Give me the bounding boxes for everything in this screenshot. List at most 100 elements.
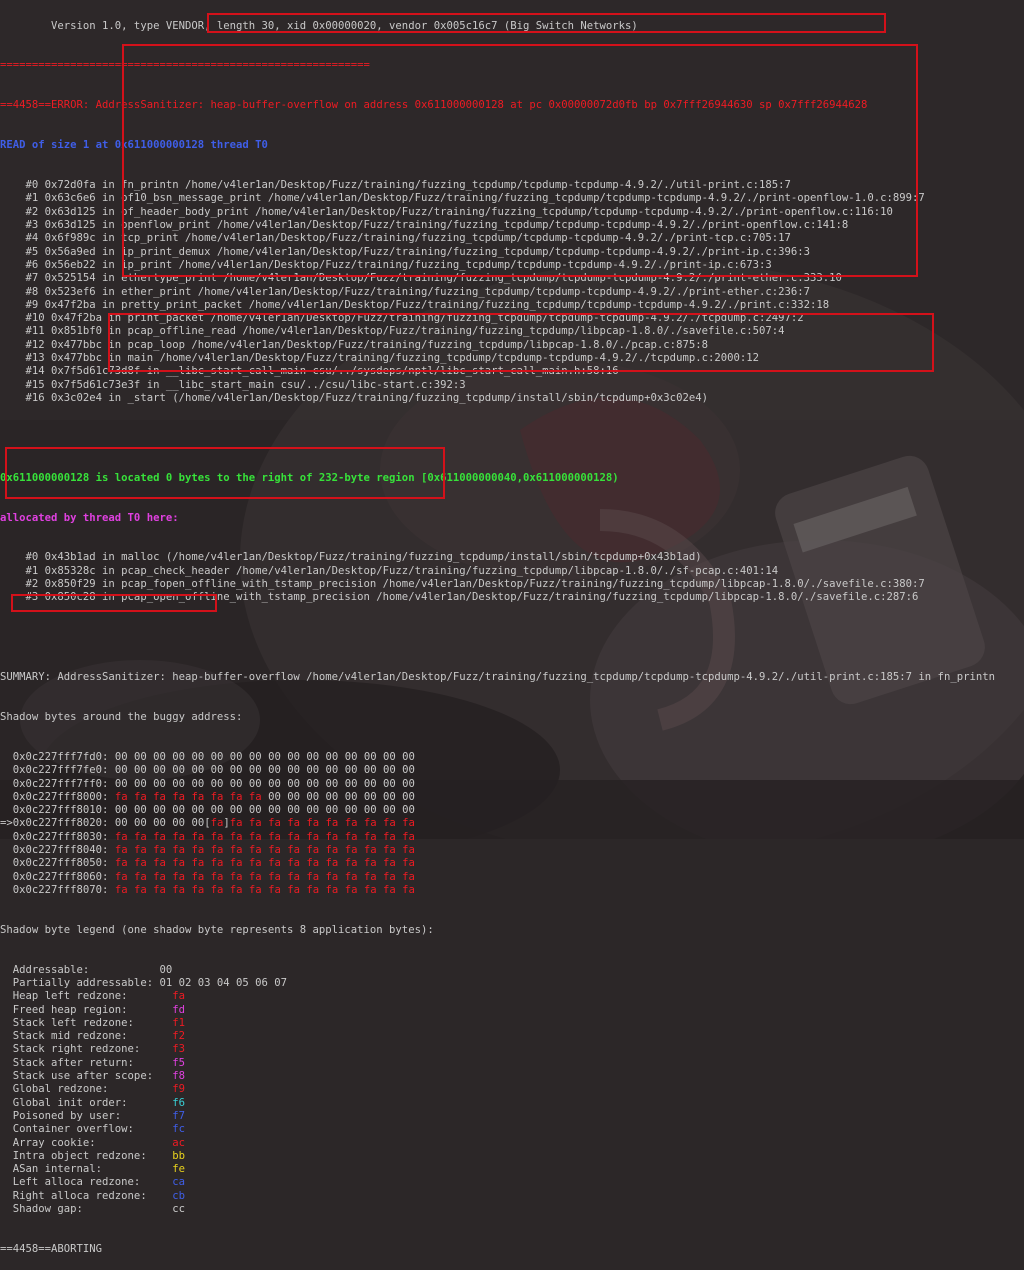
shadow-byte: fa	[363, 870, 377, 883]
shadow-byte: fa	[363, 844, 377, 856]
shadow-byte: 00	[172, 817, 186, 830]
shadow-byte: 00	[114, 817, 128, 830]
shadow-byte: 00	[153, 804, 166, 817]
shadow-byte: 00	[172, 764, 186, 777]
shadow-byte: 00	[153, 764, 166, 777]
legend-value: fc	[172, 1123, 185, 1136]
shadow-byte: fa	[287, 830, 300, 843]
shadow-byte: fa	[248, 883, 262, 896]
legend-label: Stack after return:	[0, 1056, 173, 1069]
shadow-byte: 00	[402, 764, 415, 777]
aborting-line: ==4458==ABORTING	[0, 1242, 103, 1255]
shadow-byte: fa	[306, 870, 320, 883]
shadow-byte: fa	[133, 883, 147, 896]
shadow-byte: 00	[248, 777, 262, 790]
shadow-byte: fa	[287, 883, 300, 896]
legend-row: Poisoned by user: f7	[0, 1110, 1024, 1123]
shadow-legend: Addressable: 00 Partially addressable: 0…	[0, 964, 1024, 1217]
shadow-byte: 00	[344, 764, 358, 777]
shadow-address: 0x0c227fff7ff0:	[0, 777, 115, 790]
shadow-row: 0x0c227fff8040: fa fa fa fa fa fa fa fa …	[0, 844, 1024, 857]
shadow-row: 0x0c227fff8070: fa fa fa fa fa fa fa fa …	[0, 884, 1024, 897]
summary-line: SUMMARY: AddressSanitizer: heap-buffer-o…	[0, 671, 995, 684]
shadow-address: 0x0c227fff7fd0:	[0, 750, 115, 763]
shadow-byte: fa	[268, 857, 281, 870]
legend-value: bb	[172, 1149, 185, 1162]
legend-value: f3	[172, 1043, 185, 1056]
shadow-byte: fa	[229, 830, 243, 843]
shadow-byte: fa	[210, 844, 224, 856]
shadow-bytes-highlight-box	[5, 447, 445, 499]
shadow-byte: 00	[229, 804, 243, 817]
shadow-byte: 00	[268, 804, 281, 817]
shadow-byte: fa	[133, 790, 147, 803]
shadow-byte: 00	[210, 804, 224, 817]
shadow-byte: fa	[383, 857, 396, 870]
legend-value: f9	[172, 1083, 185, 1096]
shadow-byte: 00	[133, 817, 147, 830]
shadow-byte: 00	[191, 817, 205, 830]
legend-row: Global init order: f6	[0, 1097, 1024, 1110]
legend-row: Heap left redzone: fa	[0, 990, 1024, 1003]
shadow-row: 0x0c227fff8010: 00 00 00 00 00 00 00 00 …	[0, 804, 1024, 817]
shadow-byte: fa	[402, 857, 415, 870]
shadow-byte: 00	[114, 804, 128, 817]
shadow-row: 0x0c227fff7ff0: 00 00 00 00 00 00 00 00 …	[0, 778, 1024, 791]
shadow-byte: fa	[344, 830, 358, 843]
shadow-byte: fa	[325, 870, 339, 883]
shadow-byte: 00	[287, 804, 300, 817]
shadow-byte: fa	[229, 870, 243, 883]
shadow-byte: fa	[325, 830, 339, 843]
legend-row: Addressable: 00	[0, 964, 1024, 977]
legend-row: Left alloca redzone: ca	[0, 1176, 1024, 1189]
legend-value: f6	[172, 1096, 185, 1109]
shadow-byte: 00	[306, 804, 320, 817]
stack-frame: #9 0x47f2ba in pretty_print_packet /home…	[0, 298, 830, 311]
shadow-byte: fa	[229, 790, 243, 803]
shadow-byte: fa	[114, 830, 128, 843]
legend-value: 01 02 03 04 05 06 07	[159, 976, 288, 989]
shadow-byte: 00	[344, 777, 358, 790]
shadow-byte: 00	[325, 777, 339, 790]
shadow-byte: 00	[306, 750, 320, 763]
shadow-byte: 00	[306, 764, 320, 777]
shadow-byte: 00	[268, 764, 281, 777]
shadow-byte: 00	[306, 790, 320, 803]
legend-row: Shadow gap: cc	[0, 1203, 1024, 1216]
shadow-byte: fa	[268, 883, 281, 896]
shadow-byte: 00	[287, 750, 300, 763]
shadow-byte: fa	[268, 830, 281, 843]
shadow-byte: fa	[172, 870, 186, 883]
shadow-byte: fa	[153, 830, 166, 843]
shadow-byte: 00	[344, 804, 358, 817]
shadow-byte: fa	[172, 790, 186, 803]
shadow-byte: fa	[325, 817, 339, 830]
shadow-byte: 00	[363, 790, 377, 803]
legend-label: Addressable:	[0, 963, 160, 976]
shadow-byte: 00	[268, 777, 281, 790]
legend-label: Left alloca redzone:	[0, 1176, 173, 1189]
legend-value: ca	[172, 1176, 185, 1189]
shadow-byte: fa	[210, 830, 224, 843]
shadow-byte: 00	[383, 777, 396, 790]
legend-value: fe	[172, 1163, 185, 1176]
shadow-byte: fa	[325, 883, 339, 896]
shadow-byte: fa	[153, 790, 166, 803]
stack-frame: #15 0x7f5d61c73e3f in __libc_start_main …	[0, 378, 466, 391]
shadow-byte: fa	[172, 830, 186, 843]
shadow-byte: fa	[114, 790, 128, 803]
shadow-byte: fa	[172, 857, 186, 870]
shadow-byte: fa	[306, 844, 320, 856]
shadow-byte: fa	[210, 790, 224, 803]
shadow-byte: fa	[287, 844, 300, 856]
shadow-address: 0x0c227fff8000:	[0, 790, 115, 803]
shadow-byte: 00	[268, 750, 281, 763]
shadow-byte: 00	[363, 750, 377, 763]
shadow-byte: fa	[114, 857, 128, 870]
legend-row: Global redzone: f9	[0, 1083, 1024, 1096]
shadow-byte: 00	[248, 750, 262, 763]
legend-highlight-box	[11, 594, 217, 612]
shadow-byte: 00	[325, 790, 339, 803]
legend-value: fd	[172, 1003, 185, 1016]
shadow-address: 0x0c227fff8040:	[0, 844, 115, 856]
